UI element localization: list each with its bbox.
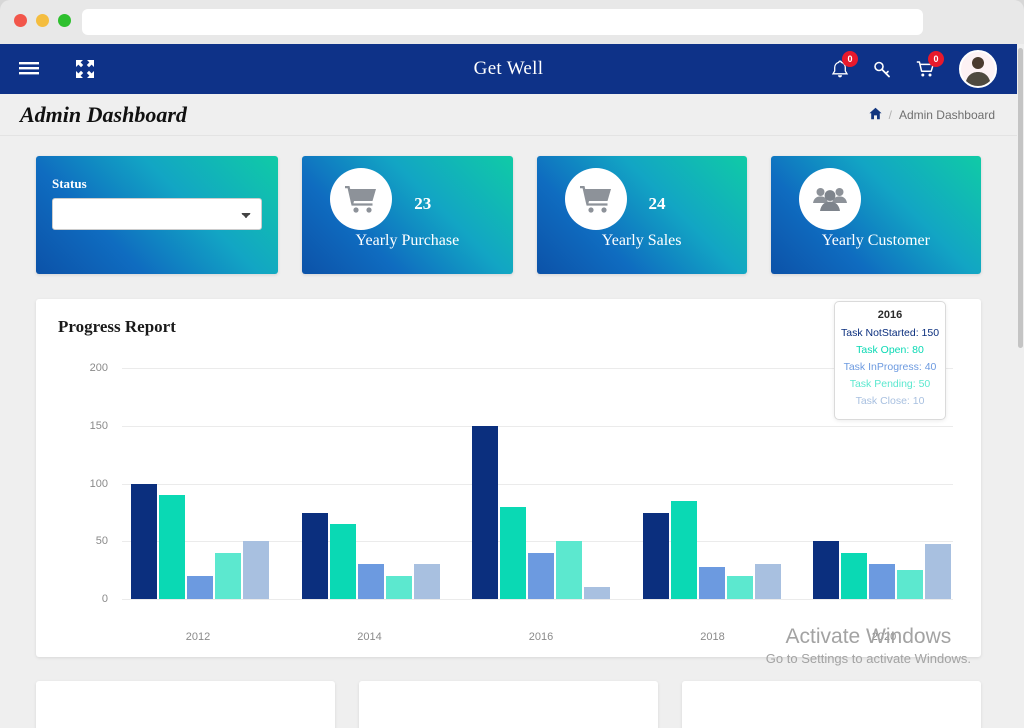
expand-arrows-icon[interactable]	[74, 58, 96, 80]
bar[interactable]	[301, 512, 328, 599]
bar[interactable]	[897, 570, 923, 599]
yearly-purchase-card[interactable]: 23 Yearly Purchase	[302, 156, 513, 274]
y-axis-tick: 50	[95, 535, 108, 548]
status-select[interactable]	[52, 198, 263, 230]
yearly-sales-value: 24	[648, 194, 666, 213]
bar[interactable]	[813, 541, 839, 599]
home-icon[interactable]	[868, 107, 882, 123]
tooltip-row: Task Open: 80	[856, 344, 924, 356]
bottom-card-3[interactable]	[682, 681, 981, 728]
yearly-customer-label: Yearly Customer	[821, 232, 930, 249]
top-navbar: Get Well 0 0	[0, 44, 1017, 94]
app-viewport: Get Well 0 0 Admin Dashboard / Admin Das…	[0, 44, 1017, 728]
cart-button[interactable]: 0	[916, 51, 944, 78]
yearly-customer-card[interactable]: Yearly Customer	[770, 156, 981, 274]
yearly-purchase-value: 23	[414, 194, 432, 213]
address-bar[interactable]	[82, 9, 923, 35]
bar[interactable]	[500, 506, 526, 599]
bar[interactable]	[869, 564, 895, 599]
browser-chrome	[0, 0, 1024, 44]
avatar[interactable]	[959, 50, 997, 88]
chart-tooltip: 2016 Task NotStarted: 150 Task Open: 80 Ta…	[834, 301, 946, 420]
bar[interactable]	[159, 495, 185, 599]
bar[interactable]	[329, 524, 356, 599]
bar-group	[472, 351, 610, 599]
breadcrumb-current: Admin Dashboard	[898, 107, 995, 122]
hamburger-icon[interactable]	[18, 58, 40, 80]
bar[interactable]	[215, 552, 241, 599]
bar[interactable]	[243, 541, 269, 599]
x-axis-label: 2016	[528, 631, 554, 643]
x-axis-label: 2012	[185, 631, 211, 643]
bottom-card-2[interactable]	[359, 681, 658, 728]
y-axis-tick: 200	[89, 362, 108, 375]
stat-cards-row: Status 23 Yearly Purchase 24 Yearly Sale…	[0, 136, 1017, 274]
tooltip-row: Task NotStarted: 150	[841, 327, 940, 339]
maximize-window-button[interactable]	[58, 14, 71, 27]
page-title: Admin Dashboard	[20, 101, 187, 127]
x-axis-label: 2018	[700, 631, 725, 643]
bar[interactable]	[584, 587, 610, 599]
chart-x-axis: 2012 2014 2016 2018 2020	[131, 631, 951, 643]
bar[interactable]	[925, 543, 951, 599]
page-scrollbar[interactable]	[1017, 44, 1024, 728]
tooltip-row: Task Pending: 50	[849, 378, 931, 390]
tooltip-rows: Task NotStarted: 150 Task Open: 80 Task In…	[841, 325, 939, 410]
bar[interactable]	[187, 575, 213, 599]
breadcrumb-separator: /	[888, 107, 892, 122]
bar[interactable]	[698, 566, 725, 599]
tooltip-row: Task InProgress: 40	[843, 361, 937, 373]
bar[interactable]	[841, 552, 867, 599]
scrollbar-thumb[interactable]	[1018, 48, 1023, 348]
page-header: Admin Dashboard / Admin Dashboard	[0, 94, 1017, 136]
y-axis-tick: 100	[89, 477, 108, 490]
tooltip-title: 2016	[877, 309, 903, 321]
bar[interactable]	[754, 564, 781, 599]
y-axis-tick: 0	[101, 593, 108, 605]
key-icon[interactable]	[873, 60, 892, 79]
bar[interactable]	[357, 564, 384, 599]
bar[interactable]	[642, 512, 669, 599]
bar[interactable]	[413, 564, 440, 599]
bar-group	[642, 351, 781, 599]
chart-plot	[131, 351, 951, 599]
bar[interactable]	[472, 425, 498, 599]
bar[interactable]	[670, 500, 697, 599]
y-axis-tick: 150	[89, 419, 108, 432]
yearly-sales-label: Yearly Sales	[601, 232, 682, 249]
minimize-window-button[interactable]	[36, 14, 49, 27]
bottom-cards-row	[0, 657, 1017, 728]
bar[interactable]	[726, 575, 753, 599]
notifications-button[interactable]: 0	[831, 50, 858, 79]
cart-icon	[330, 168, 393, 230]
breadcrumb: / Admin Dashboard	[868, 107, 995, 123]
x-axis-label: 2020	[871, 631, 897, 643]
progress-report-panel: Progress Report 2016 Task NotStarted: 15…	[36, 299, 981, 657]
notifications-badge: 0	[842, 50, 858, 67]
users-icon	[798, 168, 861, 230]
cart-icon	[564, 168, 627, 230]
close-window-button[interactable]	[14, 14, 27, 27]
bar[interactable]	[131, 483, 157, 599]
bar-group	[301, 351, 440, 599]
yearly-purchase-label: Yearly Purchase	[355, 232, 460, 249]
x-axis-label: 2014	[357, 631, 382, 643]
bottom-card-1[interactable]	[36, 681, 335, 728]
bar[interactable]	[556, 541, 582, 599]
navbar-left-group	[0, 58, 96, 80]
status-label: Status	[52, 176, 87, 191]
bar[interactable]	[385, 575, 412, 599]
bar-group	[131, 351, 269, 599]
bar[interactable]	[528, 552, 554, 599]
status-card: Status	[36, 156, 279, 274]
yearly-sales-card[interactable]: 24 Yearly Sales	[536, 156, 747, 274]
cart-badge: 0	[928, 51, 944, 67]
gridline	[122, 599, 953, 600]
navbar-right-group: 0 0	[831, 50, 1017, 88]
tooltip-row: Task Close: 10	[855, 395, 925, 407]
window-controls	[14, 14, 71, 27]
chart-title: Progress Report	[58, 317, 176, 336]
